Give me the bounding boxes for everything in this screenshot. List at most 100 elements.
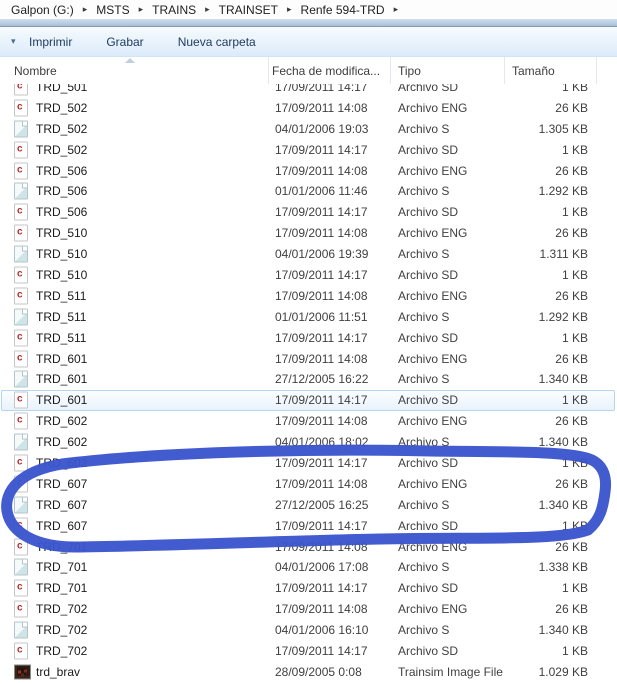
file-name: TRD_602 [36,435,87,449]
file-size: 26 KB [460,477,588,491]
file-type: Archivo S [398,247,449,261]
file-type: Archivo ENG [398,414,467,428]
file-name: TRD_506 [36,184,87,198]
file-type: Archivo S [398,122,449,136]
c-file-icon [14,329,28,346]
file-row[interactable]: TRD_510 04/01/2006 19:39 Archivo S 1.311… [0,244,617,265]
file-size: 1 KB [460,393,588,407]
chevron-down-icon[interactable]: ▾ [11,36,29,47]
s-file-icon [14,622,28,639]
column-header-fecha[interactable]: Fecha de modifica... [272,64,380,78]
chevron-right-icon[interactable]: ▸ [132,4,151,15]
c-file-icon [14,454,28,471]
file-row[interactable]: TRD_502 17/09/2011 14:08 Archivo ENG 26 … [0,97,617,118]
file-row[interactable]: TRD_701 17/09/2011 14:08 Archivo ENG 26 … [0,536,617,557]
file-list: TRD_501 17/09/2011 14:17 Archivo SD 1 KB… [0,84,617,684]
column-header-nombre[interactable]: Nombre [14,64,57,78]
file-date-modified: 17/09/2011 14:17 [275,205,368,219]
file-row[interactable]: TRD_502 17/09/2011 14:17 Archivo SD 1 KB [0,139,617,160]
file-row[interactable]: TRD_607 27/12/2005 16:25 Archivo S 1.340… [0,494,617,515]
file-size: 1.338 KB [460,560,588,574]
file-size: 1 KB [460,84,588,94]
file-row[interactable]: TRD_506 17/09/2011 14:08 Archivo ENG 26 … [0,160,617,181]
file-name: TRD_501 [36,84,87,94]
file-row[interactable]: TRD_602 17/09/2011 14:08 Archivo ENG 26 … [0,411,617,432]
file-row[interactable]: TRD_511 17/09/2011 14:17 Archivo SD 1 KB [0,327,617,348]
file-type: Archivo SD [398,268,458,282]
column-header-tipo[interactable]: Tipo [398,64,421,78]
file-name: TRD_502 [36,122,87,136]
chevron-right-icon[interactable]: ▸ [387,4,406,15]
file-row[interactable]: TRD_511 17/09/2011 14:08 Archivo ENG 26 … [0,285,617,306]
file-date-modified: 17/09/2011 14:08 [275,101,368,115]
file-row[interactable]: TRD_702 17/09/2011 14:17 Archivo SD 1 KB [0,641,617,662]
file-row[interactable]: TRD_602 04/01/2006 18:02 Archivo S 1.340… [0,432,617,453]
file-date-modified: 27/12/2005 16:22 [275,372,368,386]
breadcrumb: Galpon (G:)▸MSTS▸TRAINS▸TRAINSET▸Renfe 5… [0,0,617,19]
file-name: TRD_506 [36,164,87,178]
file-date-modified: 17/09/2011 14:17 [275,143,368,157]
file-type: Archivo ENG [398,226,467,240]
breadcrumb-item[interactable]: MSTS [94,3,131,17]
file-type: Archivo S [398,184,449,198]
file-type: Archivo SD [398,393,458,407]
file-row[interactable]: TRD_702 04/01/2006 16:10 Archivo S 1.340… [0,620,617,641]
file-type: Archivo ENG [398,352,467,366]
file-type: Archivo SD [398,519,458,533]
c-file-icon [14,162,28,179]
breadcrumb-item[interactable]: Galpon (G:) [9,3,76,17]
file-row[interactable]: TRD_502 04/01/2006 19:03 Archivo S 1.305… [0,118,617,139]
column-header-tamano[interactable]: Tamaño [512,64,555,78]
file-name: TRD_607 [36,477,87,491]
file-date-modified: 01/01/2006 11:46 [275,184,368,198]
file-date-modified: 17/09/2011 14:17 [275,393,368,407]
chevron-right-icon[interactable]: ▸ [280,4,299,15]
file-type: Archivo SD [398,644,458,658]
file-row[interactable]: TRD_601 27/12/2005 16:22 Archivo S 1.340… [0,369,617,390]
file-row[interactable]: TRD_607 17/09/2011 14:17 Archivo SD 1 KB [0,515,617,536]
breadcrumb-item[interactable]: TRAINS [150,3,198,17]
file-size: 26 KB [460,226,588,240]
file-row[interactable]: TRD_511 01/01/2006 11:51 Archivo S 1.292… [0,306,617,327]
chevron-right-icon[interactable]: ▸ [76,4,95,15]
file-size: 26 KB [460,602,588,616]
file-row[interactable]: TRD_602 17/09/2011 14:17 Archivo SD 1 KB [0,453,617,474]
file-row[interactable]: TRD_506 17/09/2011 14:17 Archivo SD 1 KB [0,202,617,223]
file-name: TRD_702 [36,602,87,616]
file-size: 1 KB [460,456,588,470]
file-name: trd_brav [36,665,80,679]
toolbar-button-nueva-carpeta[interactable]: Nueva carpeta [178,32,256,52]
file-type: Archivo S [398,310,449,324]
breadcrumb-item[interactable]: Renfe 594-TRD [299,3,387,17]
file-name: TRD_607 [36,519,87,533]
file-row[interactable]: TRD_701 04/01/2006 17:08 Archivo S 1.338… [0,557,617,578]
s-file-icon [14,371,28,388]
file-row[interactable]: TRD_601 17/09/2011 14:08 Archivo ENG 26 … [0,348,617,369]
file-date-modified: 17/09/2011 14:08 [275,414,368,428]
file-type: Archivo ENG [398,164,467,178]
file-row[interactable]: TRD_701 17/09/2011 14:17 Archivo SD 1 KB [0,578,617,599]
file-size: 26 KB [460,352,588,366]
c-file-icon [14,392,28,409]
file-row[interactable]: TRD_702 17/09/2011 14:08 Archivo ENG 26 … [0,599,617,620]
file-type: Archivo ENG [398,602,467,616]
toolbar-button-imprimir[interactable]: Imprimir [29,32,72,52]
file-row[interactable]: TRD_601 17/09/2011 14:17 Archivo SD 1 KB [0,390,617,411]
c-file-icon [14,350,28,367]
file-row[interactable]: TRD_510 17/09/2011 14:17 Archivo SD 1 KB [0,265,617,286]
file-row[interactable]: TRD_510 17/09/2011 14:08 Archivo ENG 26 … [0,223,617,244]
file-name: TRD_601 [36,372,87,386]
breadcrumb-item[interactable]: TRAINSET [217,3,280,17]
toolbar-button-grabar[interactable]: Grabar [106,32,143,52]
file-row[interactable]: TRD_506 01/01/2006 11:46 Archivo S 1.292… [0,181,617,202]
file-row[interactable]: TRD_607 17/09/2011 14:08 Archivo ENG 26 … [0,473,617,494]
chevron-right-icon[interactable]: ▸ [198,4,217,15]
c-file-icon [14,99,28,116]
file-row[interactable]: TRD_501 17/09/2011 14:17 Archivo SD 1 KB [0,84,617,97]
file-name: TRD_701 [36,581,87,595]
column-separator [390,57,391,84]
column-separator [268,57,269,84]
file-name: TRD_510 [36,226,87,240]
file-row[interactable]: trd_brav 28/09/2005 0:08 Trainsim Image … [0,661,617,682]
file-type: Archivo ENG [398,101,467,115]
